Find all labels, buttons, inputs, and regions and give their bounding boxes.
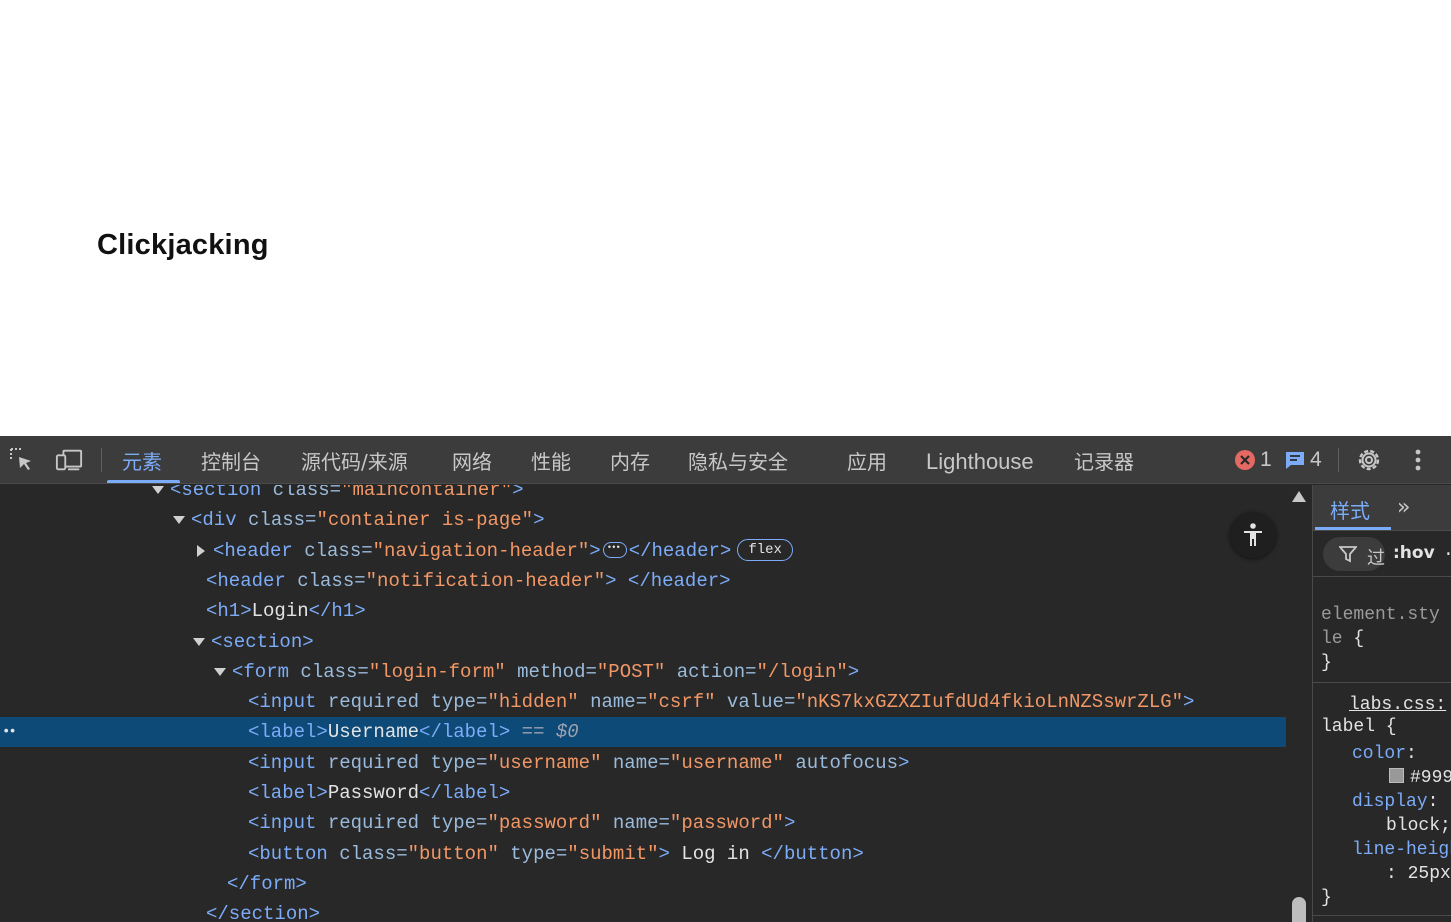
errors-badge[interactable]: 1 <box>1234 448 1272 472</box>
dom-node-form[interactable]: <form class="login-form" method="POST" a… <box>0 657 1286 687</box>
stylesheet-source-link[interactable]: labs.css: <box>1349 695 1446 715</box>
rule-close-brace: } <box>1321 888 1332 908</box>
tab-sources[interactable]: 源代码/来源 <box>301 436 408 484</box>
toolbar-divider <box>101 448 102 472</box>
styles-filter-input[interactable]: 过 <box>1323 537 1385 571</box>
css-property-display[interactable]: display: <box>1352 792 1438 812</box>
class-toggle[interactable]: . <box>1443 541 1451 561</box>
rule-divider <box>1313 682 1451 683</box>
dom-node-section-close[interactable]: </section> <box>0 899 1286 922</box>
devtools-panel: 元素 控制台 源代码/来源 网络 性能 内存 隐私与安全 应用 Lighthou… <box>0 436 1451 922</box>
hover-state-toggle[interactable]: :hov <box>1393 543 1435 563</box>
error-icon <box>1235 450 1255 470</box>
css-property-line-height[interactable]: line-heigh <box>1352 840 1451 860</box>
dom-node-h1[interactable]: <h1>Login</h1> <box>0 596 1286 626</box>
collapse-triangle-icon[interactable] <box>214 667 226 676</box>
tab-privacy-security[interactable]: 隐私与安全 <box>688 436 788 484</box>
message-icon <box>1286 452 1304 469</box>
device-toolbar-icon[interactable] <box>55 447 83 473</box>
dom-node-label-username-selected[interactable]: •• <label>Username</label> == $0 <box>0 717 1286 747</box>
dom-node-label-password[interactable]: <label>Password</label> <box>0 778 1286 808</box>
tab-memory[interactable]: 内存 <box>610 436 650 484</box>
dom-node-section-maincontainer[interactable]: <section class="maincontainer"> <box>0 485 1286 505</box>
devtools-toolbar: 元素 控制台 源代码/来源 网络 性能 内存 隐私与安全 应用 Lighthou… <box>0 436 1451 484</box>
element-style-selector-2: le { <box>1321 629 1365 649</box>
dom-node-section[interactable]: <section> <box>0 627 1286 657</box>
messages-count: 4 <box>1310 448 1322 471</box>
color-swatch[interactable] <box>1389 767 1404 783</box>
page-viewport: Clickjacking <box>0 0 1451 436</box>
expand-triangle-icon[interactable] <box>197 544 205 557</box>
scrollbar-thumb[interactable] <box>1292 897 1306 922</box>
tab-recorder[interactable]: 记录器 <box>1074 436 1134 484</box>
rule-divider <box>1313 915 1451 916</box>
dom-node-button-submit[interactable]: <button class="button" type="submit"> Lo… <box>0 839 1286 869</box>
flex-badge[interactable]: flex <box>737 538 793 561</box>
dom-node-input-username[interactable]: <input required type="username" name="us… <box>0 748 1286 778</box>
css-value-line-height[interactable]: : 25px <box>1386 864 1451 884</box>
tab-network[interactable]: 网络 <box>452 436 492 484</box>
tab-application[interactable]: 应用 <box>847 436 887 484</box>
more-tabs-chevron-icon[interactable]: » <box>1397 495 1410 520</box>
collapse-triangle-icon[interactable] <box>152 485 164 494</box>
element-style-close-brace: } <box>1321 653 1332 673</box>
accessibility-person-icon <box>1244 523 1262 546</box>
styles-tabbar: 样式 » <box>1313 485 1451 531</box>
dom-node-input-password[interactable]: <input required type="password" name="pa… <box>0 808 1286 838</box>
collapsed-children-ellipsis[interactable] <box>602 533 627 563</box>
rule-selector: label { <box>1321 717 1397 737</box>
dom-node-header-navigation[interactable]: <header class="navigation-header"></head… <box>0 533 1286 566</box>
css-value-color[interactable]: #999 <box>1389 767 1451 788</box>
active-tab-indicator <box>1315 527 1391 530</box>
more-options-icon[interactable] <box>1404 447 1432 473</box>
page-heading: Clickjacking <box>97 229 269 261</box>
element-style-selector-1: element.sty <box>1321 605 1440 625</box>
styles-filter-row: 过 :hov . <box>1313 531 1451 577</box>
dom-tree-scrollbar[interactable] <box>1286 485 1312 922</box>
styles-pane: 样式 » 过 :hov . element.sty le { } labs.cs… <box>1312 485 1451 922</box>
dom-node-div-container[interactable]: <div class="container is-page"> <box>0 505 1286 535</box>
css-property-color[interactable]: color: <box>1352 744 1417 764</box>
collapse-triangle-icon[interactable] <box>193 637 205 646</box>
accessibility-tree-button[interactable] <box>1230 512 1276 558</box>
tab-styles[interactable]: 样式 <box>1330 495 1370 524</box>
inspect-element-icon[interactable] <box>8 447 36 473</box>
settings-gear-icon[interactable] <box>1355 447 1383 473</box>
dom-node-form-close[interactable]: </form> <box>0 869 1286 899</box>
tab-performance[interactable]: 性能 <box>531 436 571 484</box>
tab-elements[interactable]: 元素 <box>122 436 162 484</box>
scroll-up-arrow-icon[interactable] <box>1292 491 1306 502</box>
dom-node-header-notification[interactable]: <header class="notification-header"> </h… <box>0 566 1286 596</box>
messages-badge[interactable]: 4 <box>1284 448 1322 472</box>
tab-lighthouse[interactable]: Lighthouse <box>926 436 1034 484</box>
toolbar-divider <box>1338 448 1339 472</box>
collapse-triangle-icon[interactable] <box>173 515 185 524</box>
tab-console[interactable]: 控制台 <box>201 436 261 484</box>
errors-count: 1 <box>1260 448 1272 471</box>
dom-tree[interactable]: <section class="maincontainer"> <div cla… <box>0 485 1286 922</box>
dom-node-input-csrf[interactable]: <input required type="hidden" name="csrf… <box>0 687 1286 717</box>
css-value-display[interactable]: block; <box>1386 816 1451 836</box>
node-actions-dots[interactable]: •• <box>2 717 17 747</box>
active-tab-indicator <box>107 480 180 483</box>
filter-funnel-icon <box>1339 546 1357 563</box>
